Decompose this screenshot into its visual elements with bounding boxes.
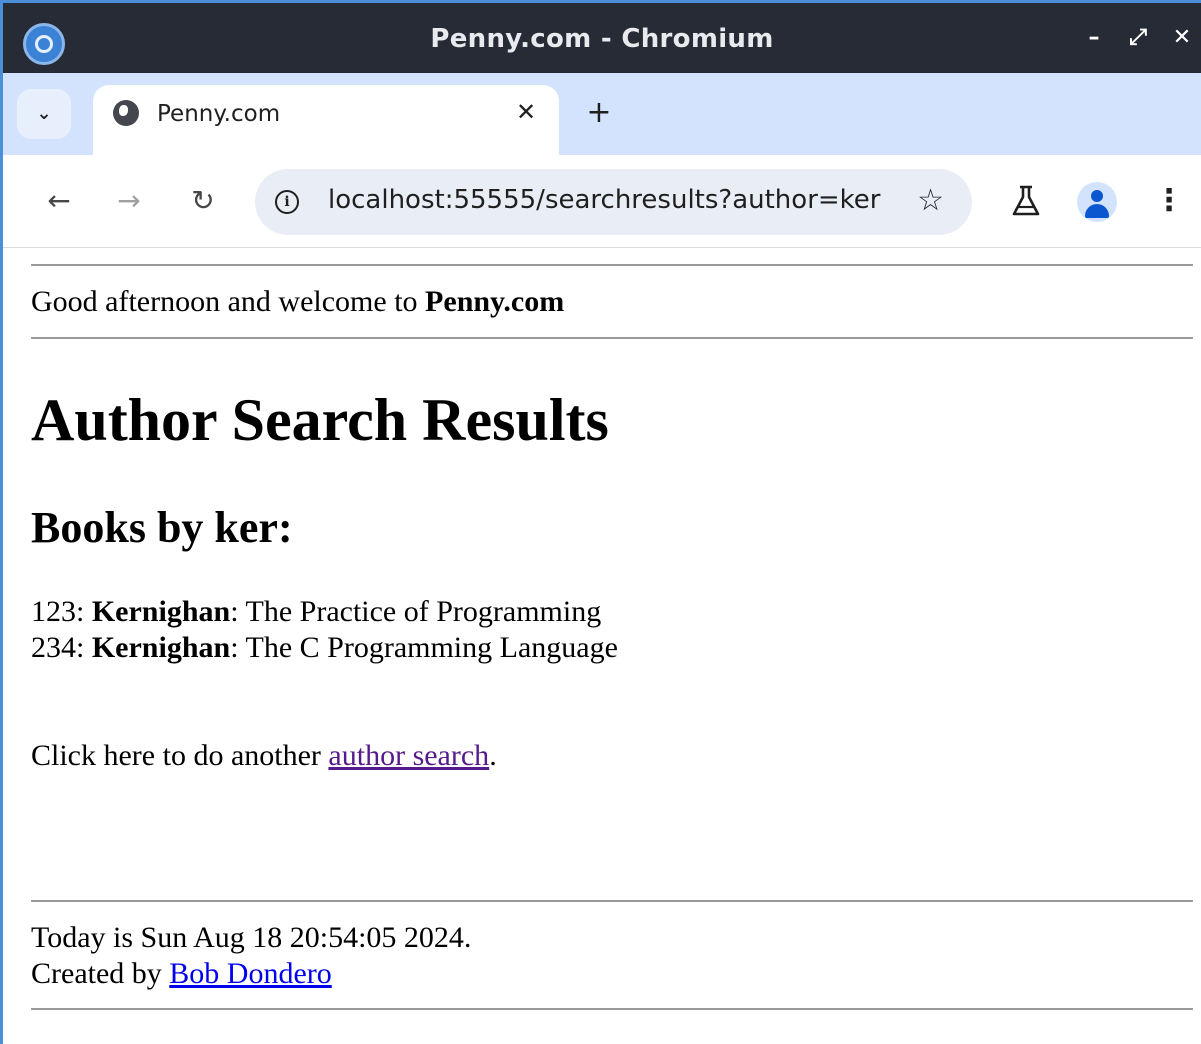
book-author: Kernighan xyxy=(91,631,231,664)
browser-toolbar: ← → ↻ i localhost:55555/searchresults?au… xyxy=(3,155,1201,248)
back-button[interactable]: ← xyxy=(39,181,79,221)
reload-icon: ↻ xyxy=(191,184,215,217)
search-again-text: Click here to do another xyxy=(31,739,329,772)
arrow-right-icon: → xyxy=(117,184,141,217)
greeting-text: Good afternoon and welcome to xyxy=(31,285,426,318)
new-tab-button[interactable]: + xyxy=(581,95,617,131)
browser-window: Penny.com - Chromium – ⤢ ✕ ⌄ Penny.com ✕… xyxy=(0,0,1201,1044)
minimize-button[interactable]: – xyxy=(1079,23,1109,53)
search-again: Click here to do another author search. xyxy=(31,739,497,773)
book-isbn: 123 xyxy=(31,595,76,628)
url-text[interactable]: localhost:55555/searchresults?author=ker xyxy=(328,185,881,215)
list-item: 234: Kernighan: The C Programming Langua… xyxy=(31,631,618,664)
chevron-down-icon: ⌄ xyxy=(36,103,52,124)
close-icon: ✕ xyxy=(515,98,537,126)
book-title: The Practice of Programming xyxy=(245,595,602,628)
labs-flask-icon[interactable] xyxy=(1006,181,1046,221)
list-item: 123: Kernighan: The Practice of Programm… xyxy=(31,595,602,628)
author-search-link[interactable]: author search xyxy=(328,739,489,772)
address-bar[interactable]: i localhost:55555/searchresults?author=k… xyxy=(255,169,972,235)
creator-link[interactable]: Bob Dondero xyxy=(169,957,331,990)
arrow-left-icon: ← xyxy=(47,184,71,217)
reload-button[interactable]: ↻ xyxy=(183,181,223,221)
period: . xyxy=(489,739,497,772)
today-text: Today is Sun Aug 18 20:54:05 2024. xyxy=(31,921,472,954)
kebab-menu-icon[interactable]: ⋮ xyxy=(1151,181,1187,221)
greeting: Good afternoon and welcome to Penny.com xyxy=(31,285,564,319)
profile-avatar-icon[interactable] xyxy=(1077,182,1117,222)
results-list: 123: Kernighan: The Practice of Programm… xyxy=(31,594,618,666)
divider xyxy=(31,264,1193,266)
divider xyxy=(31,1008,1193,1010)
close-window-button[interactable]: ✕ xyxy=(1167,23,1197,53)
book-author: Kernighan xyxy=(91,595,231,628)
tab-list-button[interactable]: ⌄ xyxy=(17,89,71,139)
bookmark-star-icon[interactable]: ☆ xyxy=(917,183,944,219)
results-subtitle: Books by ker: xyxy=(31,503,293,552)
tab-penny[interactable]: Penny.com ✕ xyxy=(93,85,559,155)
title-bar: Penny.com - Chromium – ⤢ ✕ xyxy=(3,3,1201,73)
divider xyxy=(31,337,1193,339)
tab-title: Penny.com xyxy=(157,101,281,127)
book-title: The C Programming Language xyxy=(245,631,618,664)
site-info-icon[interactable]: i xyxy=(275,190,299,214)
footer: Today is Sun Aug 18 20:54:05 2024. Creat… xyxy=(31,920,471,992)
tab-close-button[interactable]: ✕ xyxy=(511,97,541,127)
restore-button[interactable]: ⤢ xyxy=(1123,23,1153,53)
page-content: Good afternoon and welcome to Penny.com … xyxy=(3,248,1201,1044)
created-by: Created by Bob Dondero xyxy=(31,956,471,992)
globe-icon xyxy=(113,100,139,126)
forward-button[interactable]: → xyxy=(109,181,149,221)
plus-icon: + xyxy=(586,95,612,130)
book-isbn: 234 xyxy=(31,631,76,664)
page-title: Author Search Results xyxy=(31,387,609,453)
created-by-text: Created by xyxy=(31,957,170,990)
divider xyxy=(31,900,1193,902)
window-title: Penny.com - Chromium xyxy=(430,24,774,54)
site-name: Penny.com xyxy=(425,285,565,318)
tab-strip: ⌄ Penny.com ✕ + xyxy=(3,73,1201,155)
